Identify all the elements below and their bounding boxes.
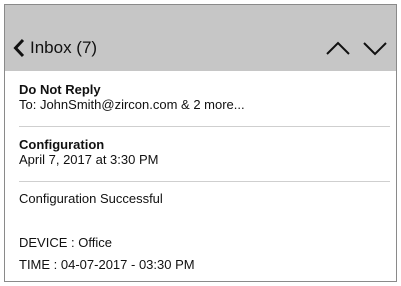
chevron-left-icon <box>13 38 25 58</box>
chevron-up-icon <box>325 38 351 58</box>
email-viewer: Inbox (7) Do Not Reply To: JohnSmith@zir… <box>4 4 397 282</box>
previous-message-button[interactable] <box>325 38 351 58</box>
recipients-line[interactable]: To: JohnSmith@zircon.com & 2 more... <box>19 97 245 112</box>
sender-section: Do Not Reply To: JohnSmith@zircon.com & … <box>5 71 396 127</box>
body-line: TIME : 04-07-2017 - 03:30 PM <box>19 257 195 272</box>
inbox-title: Inbox (7) <box>30 38 98 57</box>
chevron-down-icon <box>362 38 388 58</box>
back-to-inbox-button[interactable]: Inbox (7) <box>13 35 97 61</box>
message-subject: Configuration <box>19 137 105 152</box>
next-message-button[interactable] <box>362 38 388 58</box>
sender-name: Do Not Reply <box>19 82 101 97</box>
body-line: DEVICE : Office <box>19 235 112 250</box>
message-date: April 7, 2017 at 3:30 PM <box>19 152 159 167</box>
message-header-bar: Inbox (7) <box>5 5 396 71</box>
subject-section: Configuration April 7, 2017 at 3:30 PM <box>5 127 396 181</box>
body-line: Configuration Successful <box>19 191 163 206</box>
message-body: Configuration Successful DEVICE : Office… <box>5 182 396 281</box>
